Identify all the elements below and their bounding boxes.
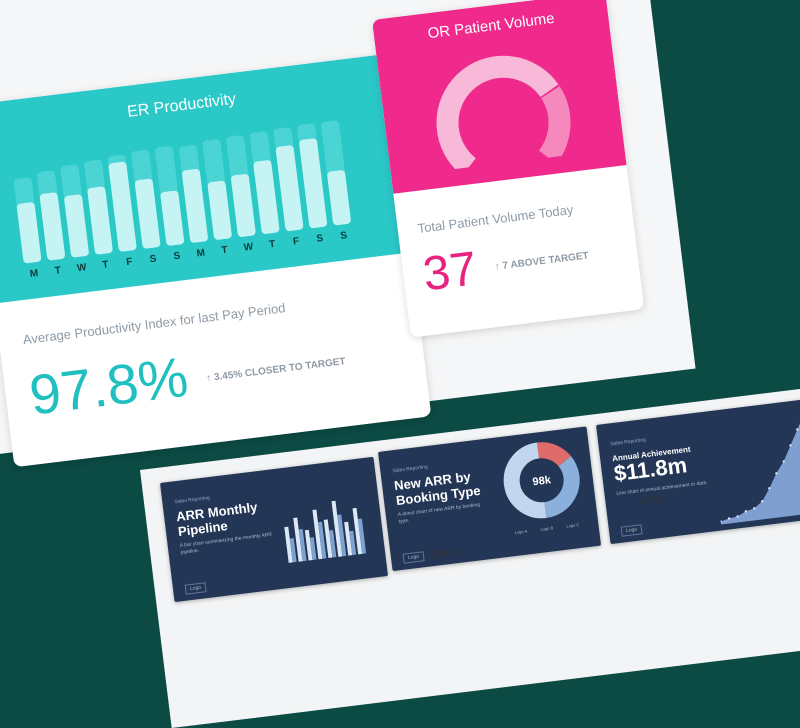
er-productivity-day-label: M xyxy=(29,267,39,280)
or-patient-volume-value: 37 xyxy=(420,242,480,302)
er-productivity-day-label: M xyxy=(196,247,206,260)
er-productivity-day-label: F xyxy=(125,256,134,269)
arr-monthly-bar-chart xyxy=(284,500,367,563)
slide-label-line: Line xyxy=(640,490,665,507)
er-productivity-bar-value xyxy=(326,169,352,226)
slide-new-arr-booking-type[interactable]: Sales Reporting New ARR by Booking Type … xyxy=(378,426,602,572)
gauge-fill-arc xyxy=(436,55,559,173)
donut-legend-item: Logo B xyxy=(540,525,554,532)
er-productivity-day-label: S xyxy=(149,253,158,266)
er-productivity-bar-value xyxy=(39,192,66,261)
er-productivity-bar-value xyxy=(207,180,233,241)
slide-logo: Logo xyxy=(184,582,207,595)
er-productivity-bar-value xyxy=(134,178,161,250)
er-productivity-bar-value xyxy=(87,186,114,255)
er-productivity-bar-value xyxy=(63,194,90,258)
or-patient-volume-caption: Total Patient Volume Today xyxy=(416,201,575,236)
er-productivity-bar-value xyxy=(16,201,42,264)
donut-segment xyxy=(537,442,572,467)
er-productivity-day-label: T xyxy=(101,259,110,272)
or-patient-volume-delta-label: 7 ABOVE TARGET xyxy=(501,250,590,272)
er-productivity-day-label: F xyxy=(292,235,300,248)
slide-tag: Sales Reporting xyxy=(174,495,211,506)
er-productivity-bar-value xyxy=(298,138,328,229)
er-productivity-day-label: W xyxy=(76,262,88,275)
slide-logo: Logo xyxy=(620,524,643,537)
slide-heading: ARR Monthly Pipeline xyxy=(175,499,260,539)
annual-achievement-line-chart xyxy=(719,413,800,525)
er-productivity-bar-value xyxy=(230,173,256,238)
er-productivity-caption: Average Productivity Index for last Pay … xyxy=(22,300,287,348)
er-productivity-day-label: T xyxy=(220,244,229,257)
er-productivity-delta: ↑ 3.45% CLOSER TO TARGET xyxy=(206,356,347,384)
er-productivity-bar-value xyxy=(108,161,137,252)
er-productivity-bar-value xyxy=(160,190,185,247)
er-productivity-bar-value xyxy=(253,159,280,235)
er-productivity-card[interactable]: ER Productivity MTWTFSSMTWTFSS Average P… xyxy=(0,53,432,468)
gauge-rest-arc xyxy=(538,86,571,164)
er-productivity-day-label: W xyxy=(243,241,254,254)
slide-heading: New ARR by Booking Type xyxy=(393,468,481,508)
er-productivity-day-label: S xyxy=(315,232,324,245)
er-productivity-bar-value xyxy=(181,168,209,244)
or-patient-volume-delta: ↑ 7 ABOVE TARGET xyxy=(494,250,589,272)
slide-tag: Sales Reporting xyxy=(610,437,647,448)
or-patient-volume-gauge xyxy=(436,55,571,173)
booking-type-donut-chart: 98k Logo A Logo B Logo C xyxy=(503,442,580,535)
er-productivity-day-label: S xyxy=(339,230,348,242)
donut-center-value: 98k xyxy=(532,474,553,488)
er-productivity-bar-value xyxy=(275,144,304,232)
er-productivity-day-label: S xyxy=(173,250,181,263)
donut-legend-item: Logo C xyxy=(566,522,580,529)
er-productivity-value: 97.8% xyxy=(25,344,192,427)
or-patient-volume-card[interactable]: OR Patient Volume Total Patient Volume T… xyxy=(372,0,645,338)
slide-tag: Sales Reporting xyxy=(392,464,429,475)
slide-logo: Logo xyxy=(402,551,425,564)
donut-legend-item: Logo A xyxy=(515,528,528,535)
er-productivity-day-label: T xyxy=(54,265,62,277)
er-productivity-day-label: T xyxy=(268,238,276,251)
er-productivity-delta-label: 3.45% CLOSER TO TARGET xyxy=(213,356,347,384)
or-patient-volume-header: OR Patient Volume xyxy=(372,0,627,194)
